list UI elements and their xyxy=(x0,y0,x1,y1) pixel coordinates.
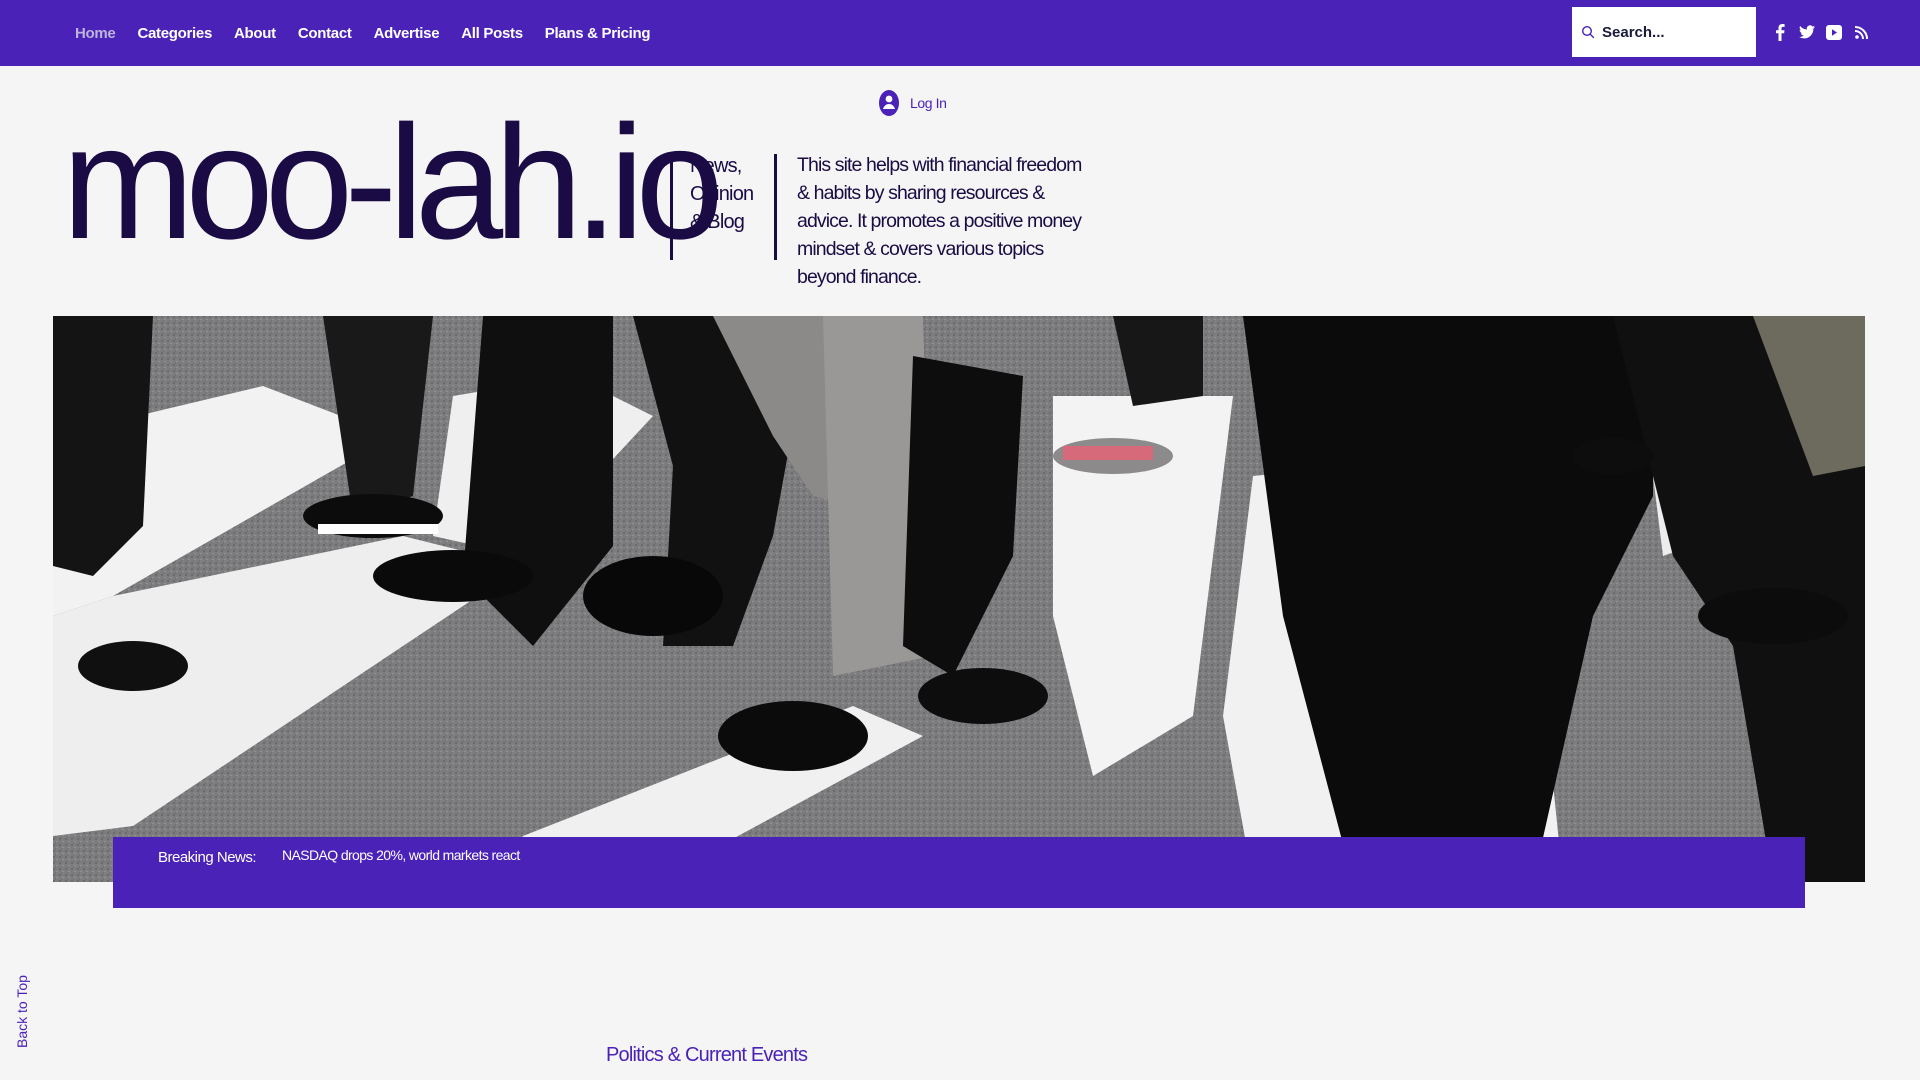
back-to-top-link[interactable]: Back to Top xyxy=(14,975,30,1048)
nav-item-all-posts[interactable]: All Posts xyxy=(461,25,523,42)
divider xyxy=(774,154,777,260)
top-navigation-bar: Home Categories About Contact Advertise … xyxy=(0,0,1920,66)
divider xyxy=(670,154,673,260)
site-logo[interactable]: moo-lah.io xyxy=(62,88,724,278)
site-description: This site helps with financial freedom &… xyxy=(797,154,1082,288)
login-label: Log In xyxy=(910,95,947,111)
search-icon xyxy=(1580,24,1596,40)
crosswalk-pedestrians-illustration xyxy=(53,316,1865,882)
section-title[interactable]: Politics & Current Events xyxy=(606,1044,808,1067)
breaking-news-label: Breaking News: xyxy=(158,849,257,866)
nav-item-plans-pricing[interactable]: Plans & Pricing xyxy=(545,25,651,42)
nav-item-advertise[interactable]: Advertise xyxy=(374,25,440,42)
hero-image xyxy=(53,316,1865,882)
youtube-icon[interactable] xyxy=(1826,24,1842,40)
social-links xyxy=(1772,20,1869,44)
search-input[interactable] xyxy=(1602,23,1752,41)
nav-item-about[interactable]: About xyxy=(234,25,276,42)
nav-item-categories[interactable]: Categories xyxy=(137,25,212,42)
breaking-news-bar: Breaking News: NASDAQ drops 20%, world m… xyxy=(113,837,1805,908)
nav-item-contact[interactable]: Contact xyxy=(298,25,352,42)
site-tagline: News, Opinion & Blog xyxy=(690,155,754,233)
main-nav: Home Categories About Contact Advertise … xyxy=(75,0,651,66)
breaking-news-headline[interactable]: NASDAQ drops 20%, world markets react xyxy=(282,847,520,863)
twitter-icon[interactable] xyxy=(1799,24,1815,40)
user-avatar-icon xyxy=(878,89,900,117)
nav-item-home[interactable]: Home xyxy=(75,25,116,42)
login-button[interactable]: Log In xyxy=(878,88,947,118)
rss-icon[interactable] xyxy=(1853,24,1869,40)
search-box[interactable] xyxy=(1572,7,1756,57)
facebook-icon[interactable] xyxy=(1772,23,1788,41)
